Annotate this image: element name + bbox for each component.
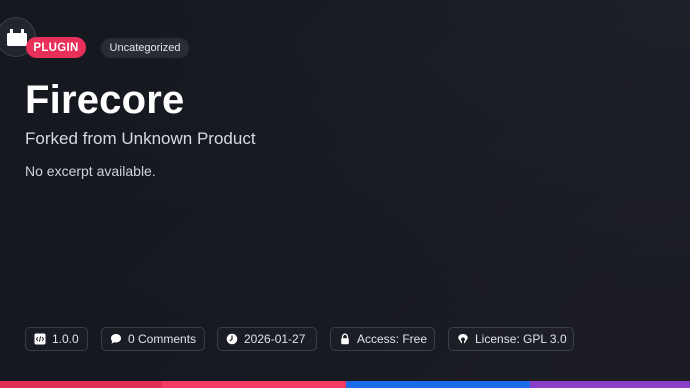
date-text: 2026-01-27 bbox=[244, 332, 306, 346]
excerpt-text: No excerpt available. bbox=[25, 163, 156, 179]
open-source-icon bbox=[458, 334, 468, 344]
clock-icon bbox=[226, 333, 238, 345]
version-chip: 1.0.0 bbox=[25, 327, 88, 351]
license-chip: License: GPL 3.0 bbox=[448, 327, 574, 351]
color-bar-segment-4 bbox=[530, 381, 690, 388]
access-chip: Access: Free bbox=[330, 327, 435, 351]
code-icon bbox=[34, 333, 46, 345]
comment-bubble-icon bbox=[111, 334, 121, 344]
version-text: 1.0.0 bbox=[52, 332, 79, 346]
color-bar-segment-3 bbox=[346, 381, 530, 388]
comments-chip[interactable]: 0 Comments bbox=[101, 327, 205, 351]
color-bar-segment-1 bbox=[0, 381, 162, 388]
comments-text: 0 Comments bbox=[128, 332, 197, 346]
color-bar-segment-2 bbox=[162, 381, 346, 388]
lock-icon bbox=[341, 333, 349, 345]
date-chip: 2026-01-27 bbox=[217, 327, 317, 351]
page-title: Firecore bbox=[25, 78, 185, 122]
hero-banner bbox=[0, 0, 690, 381]
page-subtitle: Forked from Unknown Product bbox=[25, 129, 256, 148]
license-text: License: GPL 3.0 bbox=[475, 332, 567, 346]
type-badge[interactable]: PLUGIN bbox=[26, 37, 86, 58]
category-badge[interactable]: Uncategorized bbox=[101, 38, 189, 58]
access-text: Access: Free bbox=[357, 332, 428, 346]
